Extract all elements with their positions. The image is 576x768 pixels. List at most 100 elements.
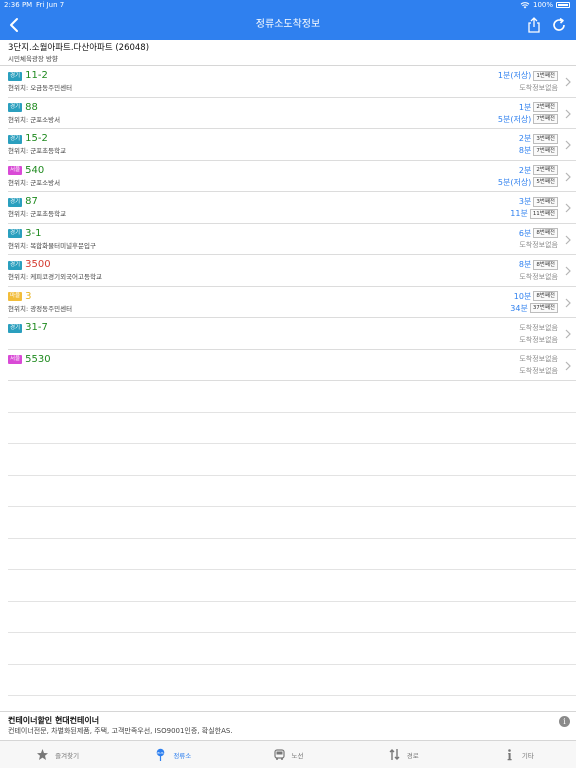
route-list: 경기 11-2 현위치: 오금동주민센터 1분(저상) 1번째전 도착정보없음 경기 88 현위… bbox=[8, 66, 576, 696]
route-number: 5530 bbox=[25, 353, 51, 365]
route-header: 경기 3-1 bbox=[8, 228, 41, 240]
route-number: 15-2 bbox=[25, 133, 48, 144]
route-row[interactable]: 서울 540 현위치: 군포소방서 2분 2번째전 5분(저상) 5번째전 bbox=[8, 161, 576, 192]
tab-label: 즐겨찾기 bbox=[55, 751, 80, 760]
status-time: 2:36 PM bbox=[4, 1, 33, 9]
refresh-icon[interactable] bbox=[550, 16, 568, 34]
route-arrows-icon bbox=[388, 748, 401, 761]
chevron-right-icon bbox=[565, 266, 571, 276]
tab-info[interactable]: 기타 bbox=[461, 741, 576, 768]
region-badge: 경기 bbox=[8, 134, 23, 144]
current-location: 현위치: 군포소방서 bbox=[8, 115, 61, 124]
route-row[interactable]: 경기 15-2 현위치: 군포초등학교 2분 3번째전 8분 7번째전 bbox=[8, 129, 576, 161]
empty-row bbox=[8, 413, 576, 444]
region-badge: 경기 bbox=[8, 229, 23, 238]
empty-row bbox=[8, 444, 576, 476]
arrival-2: 34분 37번째전 bbox=[510, 303, 558, 314]
tab-bus-stop[interactable]: BUS 정류소 bbox=[115, 741, 230, 768]
arrival-2: 도착정보없음 bbox=[519, 240, 558, 251]
arrival-time: 도착정보없음 bbox=[519, 272, 558, 281]
bus-stop-icon: BUS bbox=[154, 748, 167, 761]
tab-label: 정류소 bbox=[173, 751, 192, 760]
nav-bar: 정류소도착정보 bbox=[0, 10, 576, 40]
empty-row bbox=[8, 381, 576, 413]
empty-row bbox=[8, 665, 576, 696]
region-badge: 서울 bbox=[8, 166, 23, 175]
route-header: 서울 540 bbox=[8, 165, 44, 177]
ad-banner[interactable]: 컨테이너할인 현대컨테이너 컨테이너전문, 차별화된제품, 주택, 고객만족우선… bbox=[0, 711, 576, 739]
chevron-right-icon bbox=[565, 235, 571, 244]
arrival-1: 1분(저상) 1번째전 bbox=[498, 70, 558, 81]
route-row[interactable]: 경기 3500 현위치: 케피코경기외국어고등학교 8분 8번째전 도착정보없음 bbox=[8, 255, 576, 287]
stops-away-badge: 8번째전 bbox=[533, 291, 558, 301]
stops-away-badge: 37번째전 bbox=[529, 303, 558, 313]
route-header: 서울 5530 bbox=[8, 354, 51, 366]
empty-row bbox=[8, 539, 576, 570]
arrival-2: 5분(저상) 5번째전 bbox=[498, 177, 558, 188]
current-location: 현위치: 군포초등학교 bbox=[8, 147, 67, 155]
arrival-1: 6분 8번째전 bbox=[519, 228, 558, 239]
route-header: 마을 3 bbox=[8, 291, 32, 303]
page-title: 정류소도착정보 bbox=[255, 19, 321, 30]
current-location: 현위치: 광정동주민센터 bbox=[8, 304, 73, 313]
route-row[interactable]: 마을 3 현위치: 광정동주민센터 10분 8번째전 34분 37번째전 bbox=[8, 287, 576, 318]
arrival-time: 도착정보없음 bbox=[519, 323, 558, 332]
arrival-time: 11분 bbox=[510, 209, 528, 218]
current-location: 현위치: 오금동주민센터 bbox=[8, 84, 73, 92]
arrival-time: 도착정보없음 bbox=[519, 83, 558, 92]
stops-away-badge: 8번째전 bbox=[533, 259, 558, 270]
region-badge: 경기 bbox=[8, 260, 23, 270]
stops-away-badge: 2번째전 bbox=[533, 165, 558, 175]
route-row[interactable]: 경기 11-2 현위치: 오금동주민센터 1분(저상) 1번째전도착정보없음 bbox=[8, 66, 576, 98]
arrival-2: 도착정보없음 bbox=[519, 82, 558, 93]
arrival-time: 1분(저상) bbox=[497, 71, 532, 80]
empty-row bbox=[8, 633, 576, 665]
tab-route-arrows[interactable]: 경로 bbox=[346, 741, 461, 768]
info-icon[interactable]: i bbox=[559, 716, 570, 727]
route-row[interactable]: 경기 87 현위치: 군포초등학교 3분 3번째전 11분 11번째전 bbox=[8, 192, 576, 224]
chevron-right-icon bbox=[565, 298, 571, 307]
arrival-2: 11분 11번째전 bbox=[510, 208, 558, 219]
route-row[interactable]: 경기 31-7 도착정보없음 도착정보없음 bbox=[8, 318, 576, 350]
arrival-time: 10분 bbox=[513, 291, 532, 301]
route-header: 경기 88 bbox=[8, 102, 38, 114]
share-icon[interactable] bbox=[526, 16, 542, 34]
region-badge: 경기 bbox=[8, 103, 23, 112]
region-badge: 경기 bbox=[8, 323, 23, 333]
tab-star[interactable]: 즐겨찾기 bbox=[0, 741, 115, 768]
route-row[interactable]: 서울 5530 도착정보없음 도착정보없음 bbox=[8, 350, 576, 381]
route-row[interactable]: 경기 3-1 현위치: 복합화물터미널후문입구 6분 8번째전 도착정보없음 bbox=[8, 224, 576, 255]
arrival-2: 도착정보없음 bbox=[519, 334, 558, 345]
svg-text:BUS: BUS bbox=[158, 751, 164, 755]
arrival-1: 2분 2번째전 bbox=[519, 165, 558, 176]
stops-away-badge: 3번째전 bbox=[533, 133, 558, 144]
tab-bus[interactable]: 노선 bbox=[230, 741, 345, 768]
arrival-time: 8분 bbox=[518, 260, 532, 269]
route-row[interactable]: 경기 88 현위치: 군포소방서 1분 2번째전 5분(저상) 7번째전 bbox=[8, 98, 576, 129]
arrival-time: 8분 bbox=[518, 146, 532, 155]
stops-away-badge: 11번째전 bbox=[529, 208, 558, 219]
arrival-time: 34분 bbox=[510, 303, 528, 313]
region-badge: 서울 bbox=[8, 355, 23, 364]
route-number: 11-2 bbox=[25, 70, 48, 81]
battery-percent: 100% bbox=[532, 1, 553, 9]
stops-away-badge: 3번째전 bbox=[533, 196, 558, 207]
arrival-1: 도착정보없음 bbox=[519, 322, 558, 333]
arrival-time: 3분 bbox=[518, 197, 532, 206]
route-number: 87 bbox=[25, 196, 38, 207]
status-date: Fri Jun 7 bbox=[36, 1, 65, 9]
arrival-time: 6분 bbox=[518, 228, 532, 238]
region-badge: 경기 bbox=[8, 71, 23, 81]
tab-label: 경로 bbox=[406, 751, 419, 760]
stop-name: 3단지.소월아파트.다산아파트 (26048) bbox=[8, 43, 150, 53]
route-number: 31-7 bbox=[25, 322, 48, 333]
stops-away-badge: 2번째전 bbox=[533, 102, 558, 112]
route-number: 540 bbox=[25, 164, 45, 176]
chevron-right-icon bbox=[565, 140, 571, 150]
arrival-time: 도착정보없음 bbox=[519, 335, 558, 344]
region-badge: 마을 bbox=[8, 292, 23, 301]
stops-away-badge: 7번째전 bbox=[533, 114, 558, 124]
stops-away-badge: 8번째전 bbox=[533, 228, 558, 238]
tab-label: 노선 bbox=[291, 751, 304, 760]
empty-row bbox=[8, 570, 576, 602]
